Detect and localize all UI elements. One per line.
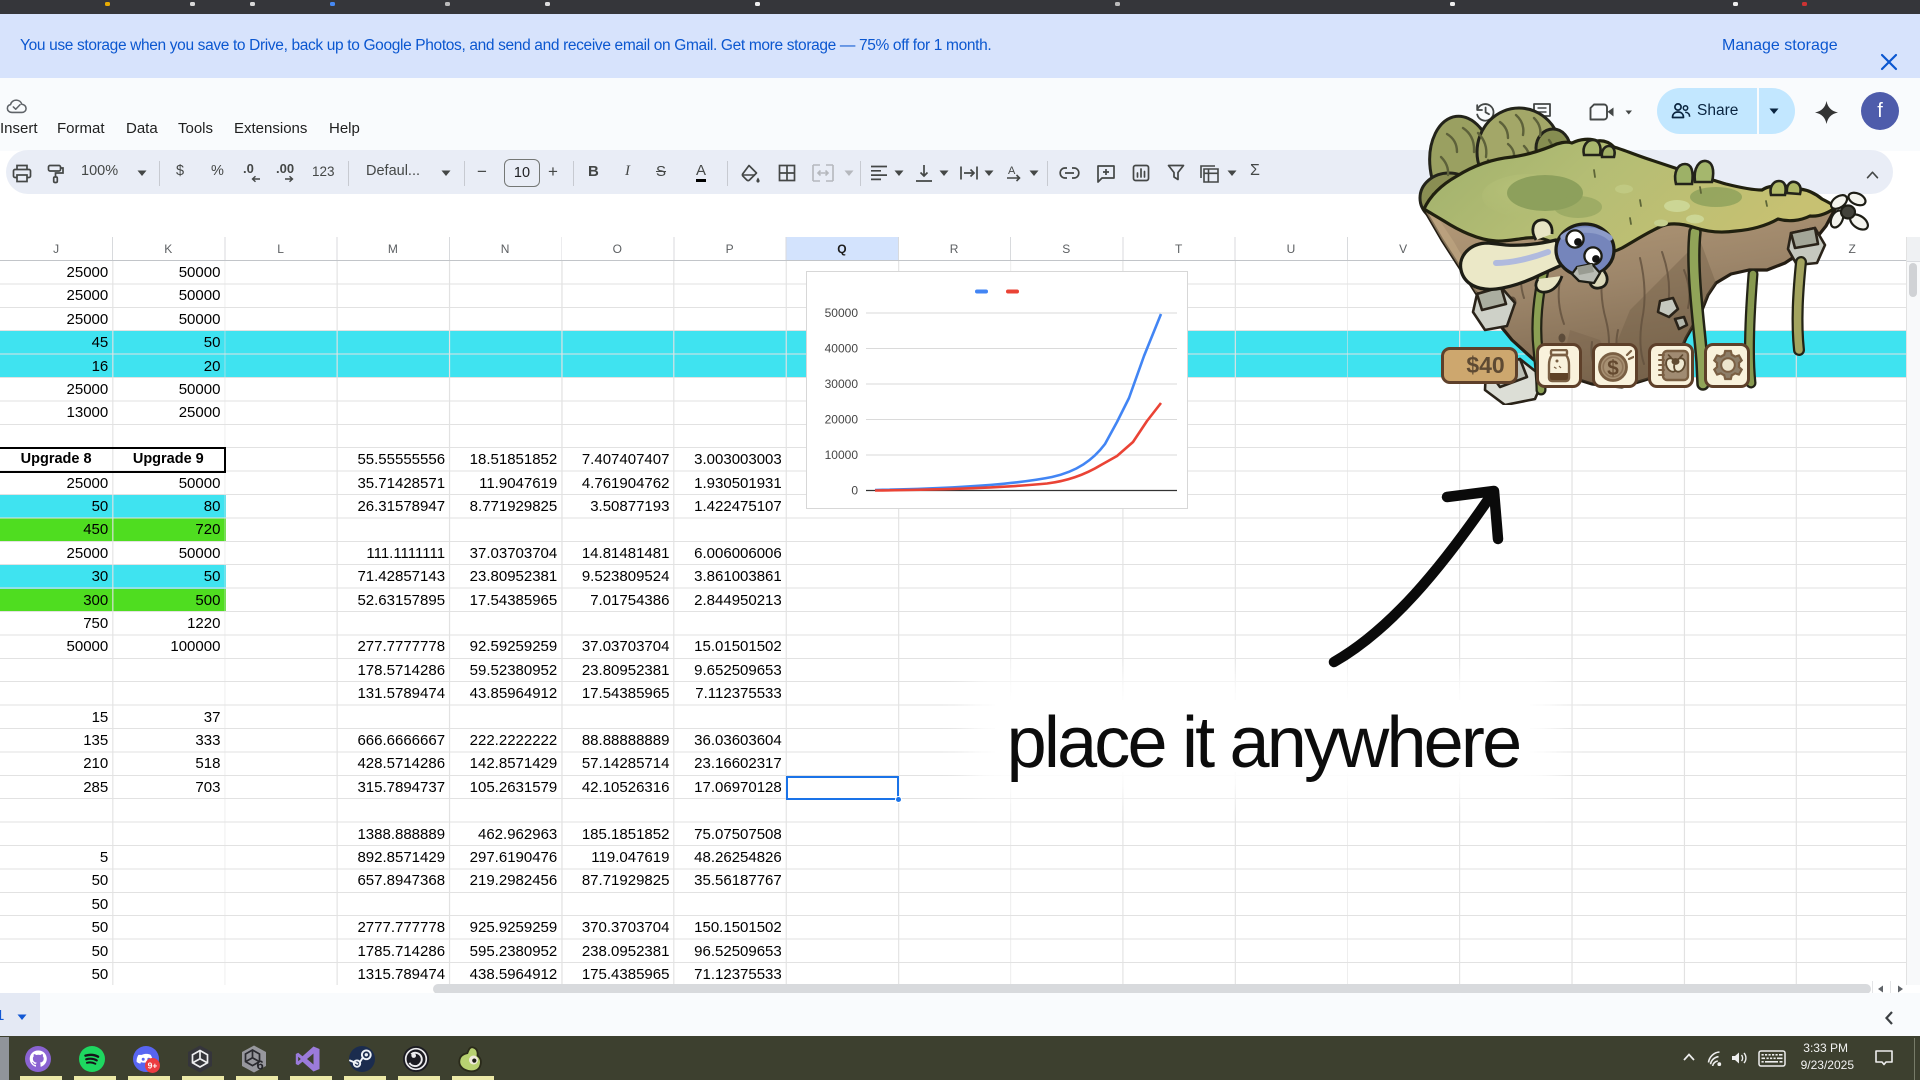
svg-text:0: 0 bbox=[851, 484, 858, 498]
svg-text:6: 6 bbox=[257, 1058, 264, 1073]
svg-text:30000: 30000 bbox=[825, 377, 859, 391]
svg-text:10000: 10000 bbox=[825, 448, 859, 462]
svg-text:$: $ bbox=[1607, 357, 1619, 380]
svg-text:50000: 50000 bbox=[825, 306, 859, 320]
svg-text:A: A bbox=[1008, 165, 1016, 177]
svg-text:40000: 40000 bbox=[825, 342, 859, 356]
svg-text:9+: 9+ bbox=[148, 1061, 158, 1071]
svg-text:20000: 20000 bbox=[825, 413, 859, 427]
